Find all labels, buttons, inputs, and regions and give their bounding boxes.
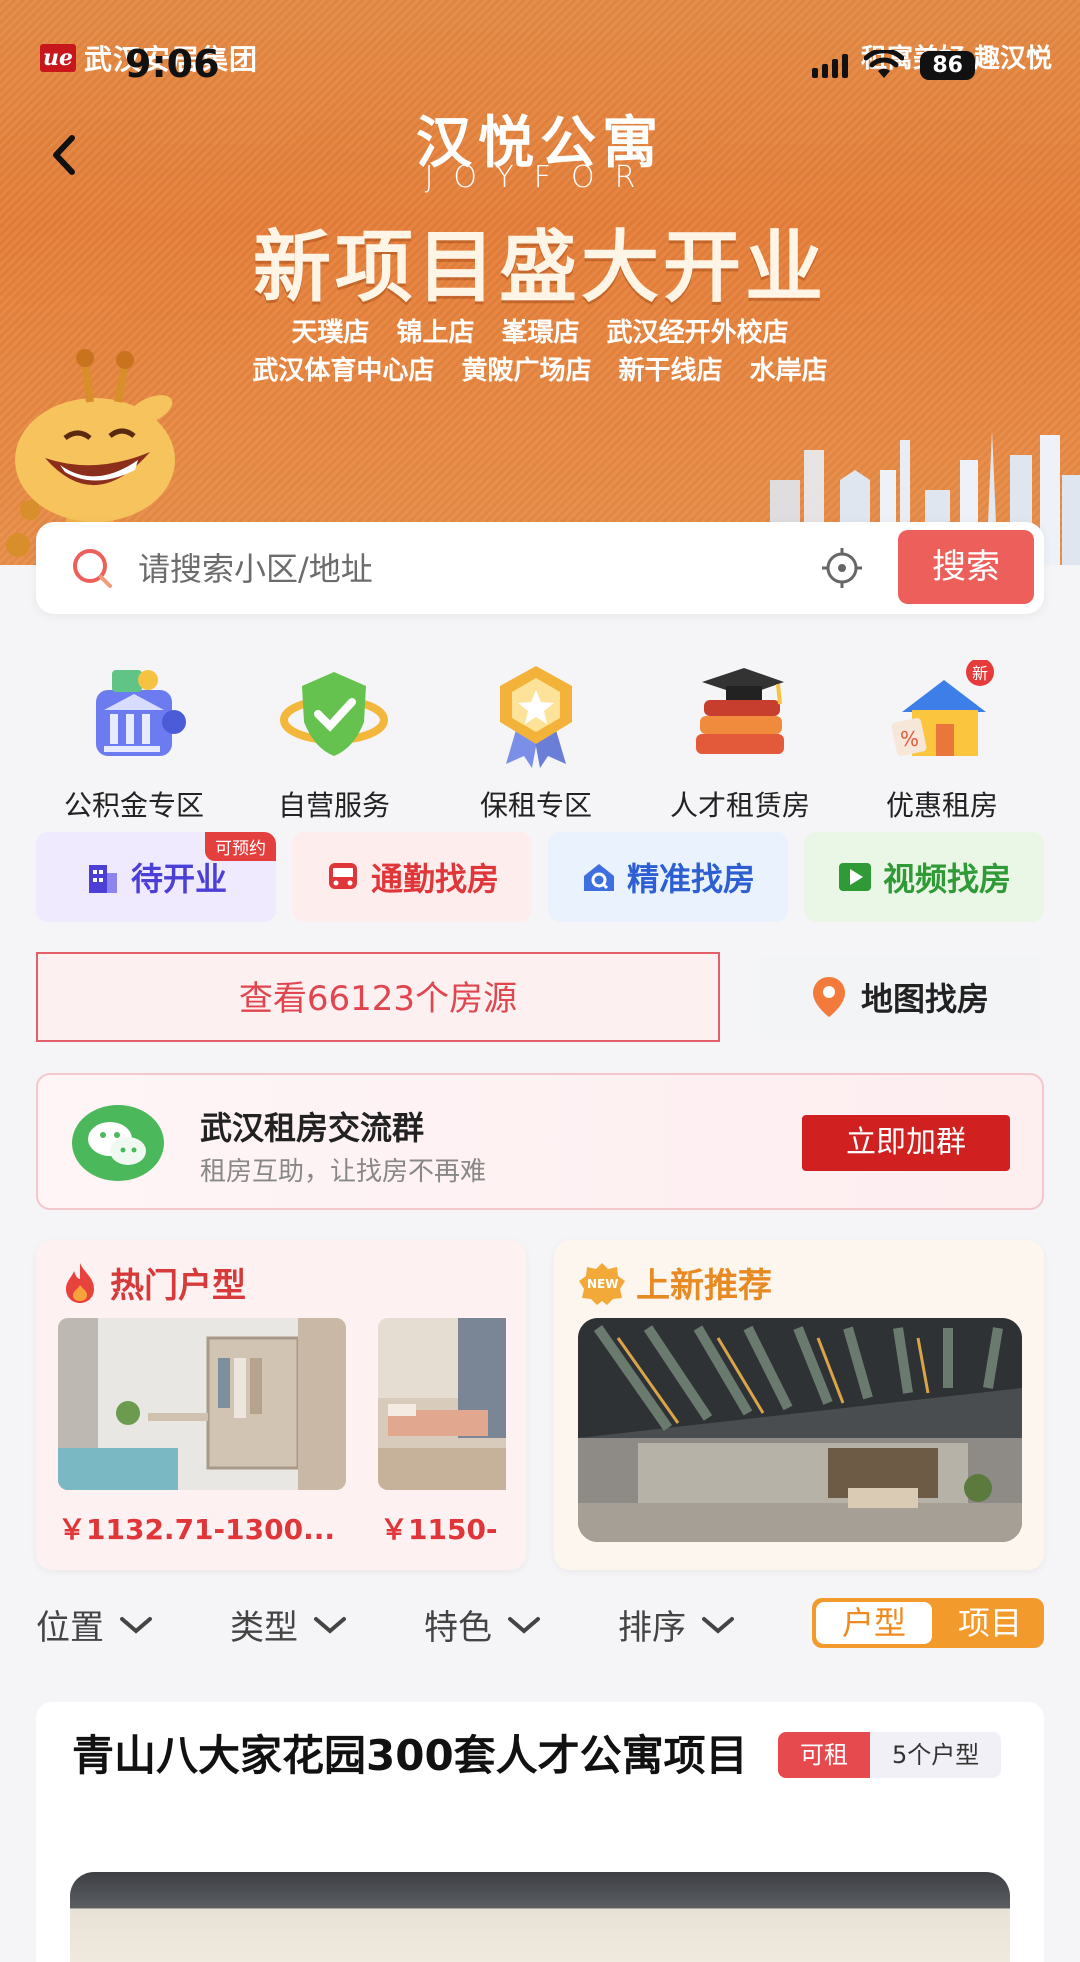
hot-types-label: 热门户型: [110, 1266, 246, 1306]
join-group-button[interactable]: 立即加群: [802, 1115, 1010, 1171]
view-listings-button[interactable]: 查看66123个房源: [36, 952, 720, 1042]
filter-label: 位置: [36, 1608, 104, 1648]
new-badge: 新: [972, 664, 988, 683]
category-affordable-rental[interactable]: 保租专区: [436, 660, 636, 824]
category-label: 保租专区: [479, 789, 592, 822]
reservable-badge: 可预约: [205, 832, 276, 861]
new-picks-title: NEW 上新推荐: [578, 1258, 772, 1307]
building-icon: [88, 865, 117, 893]
listing-title: 青山八大家花园300套人才公寓项目: [72, 1731, 748, 1780]
room-thumbnail[interactable]: [58, 1318, 346, 1490]
brand-name-en: JOYFOR: [424, 160, 656, 195]
battery-indicator: 86: [920, 50, 975, 80]
status-icons: 86: [812, 50, 975, 80]
status-time: 9:06: [125, 42, 220, 86]
search-input[interactable]: [136, 546, 740, 592]
promo-banner[interactable]: ue 武汉安居集团 9:06 租寓美好 趣汉悦 86 汉悦公寓 JOYFOR 新…: [0, 0, 1080, 565]
medal-icon: [500, 666, 572, 768]
category-discount-rental[interactable]: % 新 优惠租房: [842, 658, 1042, 824]
price-range: ￥1132.71-1300...: [58, 1513, 335, 1546]
new-badge-icon: NEW: [579, 1262, 625, 1305]
category-label: 人才租赁房: [669, 789, 810, 822]
category-housing-fund[interactable]: 公积金专区: [34, 660, 234, 824]
group-subtitle: 租房互助，让找房不再难: [200, 1157, 487, 1187]
search-icon: [73, 549, 112, 588]
hot-room-types-card[interactable]: 热门户型 ￥1132.71-1300... ￥1150-: [36, 1240, 526, 1570]
bank-safe-icon: [96, 670, 186, 756]
tile-precise-search[interactable]: 精准找房: [548, 832, 788, 922]
map-button-label: 地图找房: [860, 980, 989, 1018]
tile-label: 视频找房: [882, 860, 1011, 898]
filter-label: 排序: [618, 1608, 686, 1648]
house-search-icon: [583, 864, 614, 891]
logo-mark: ue: [40, 44, 76, 72]
map-search-button[interactable]: 地图找房: [760, 956, 1040, 1038]
toggle-project[interactable]: 项目: [936, 1598, 1044, 1648]
category-label: 自营服务: [277, 789, 390, 822]
unit-count-badge: 5个户型: [870, 1732, 1002, 1778]
price-range: ￥1150-: [380, 1513, 498, 1546]
cellular-signal-icon: [812, 52, 849, 78]
status-badge: 可租: [778, 1732, 870, 1778]
listing-badges: 可租 5个户型: [778, 1732, 1002, 1778]
new-picks-label: 上新推荐: [636, 1266, 772, 1306]
tile-video-search[interactable]: 视频找房: [804, 832, 1044, 922]
category-self-service[interactable]: 自营服务: [234, 660, 434, 824]
filter-feature[interactable]: 特色: [424, 1600, 542, 1649]
tile-coming-soon[interactable]: 待开业 可预约: [36, 832, 276, 922]
view-mode-toggle: 户型 项目: [812, 1598, 1044, 1648]
tile-commute-search[interactable]: 通勤找房: [292, 832, 532, 922]
category-label: 公积金专区: [63, 789, 204, 822]
category-talent-housing[interactable]: 人才租赁房: [640, 660, 840, 824]
room-thumbnail[interactable]: [378, 1318, 506, 1490]
toggle-room-type[interactable]: 户型: [816, 1602, 932, 1644]
wechat-icon: [72, 1105, 164, 1181]
chevron-down-icon: [120, 1616, 152, 1634]
svg-text:%: %: [900, 727, 919, 751]
chevron-down-icon: [702, 1616, 734, 1634]
map-pin-icon: [812, 977, 845, 1017]
fire-icon: [66, 1262, 94, 1303]
project-listing-card[interactable]: 青山八大家花园300套人才公寓项目 可租 5个户型: [36, 1702, 1044, 1962]
locate-icon[interactable]: [820, 546, 864, 590]
filter-label: 类型: [230, 1608, 298, 1648]
new-badge-text: NEW: [587, 1277, 618, 1291]
filter-sort[interactable]: 排序: [618, 1600, 736, 1649]
banner-headline: 新项目盛大开业: [252, 222, 827, 313]
search-bar: 搜索: [36, 522, 1044, 614]
wechat-group-banner: 武汉租房交流群 租房互助，让找房不再难 立即加群: [36, 1073, 1044, 1210]
group-title: 武汉租房交流群: [200, 1109, 425, 1147]
books-cap-icon: [696, 668, 784, 754]
filter-type[interactable]: 类型: [230, 1600, 348, 1649]
shield-check-icon: [280, 672, 388, 756]
category-label: 优惠租房: [885, 789, 998, 822]
hot-types-title: 热门户型: [60, 1258, 246, 1307]
chevron-down-icon: [314, 1616, 346, 1634]
new-picks-card[interactable]: NEW 上新推荐: [554, 1240, 1044, 1570]
wifi-icon: [864, 50, 905, 78]
discount-house-icon: % 新: [891, 658, 994, 757]
search-button[interactable]: 搜索: [898, 530, 1034, 604]
video-play-icon: [838, 863, 871, 891]
tile-label: 通勤找房: [370, 860, 499, 898]
filter-location[interactable]: 位置: [36, 1600, 154, 1649]
tile-label: 精准找房: [626, 860, 755, 898]
bus-icon: [328, 863, 357, 889]
chevron-down-icon: [508, 1616, 540, 1634]
listing-photo[interactable]: [70, 1872, 1010, 1962]
new-project-photo[interactable]: [578, 1318, 1022, 1542]
filter-label: 特色: [424, 1608, 492, 1648]
